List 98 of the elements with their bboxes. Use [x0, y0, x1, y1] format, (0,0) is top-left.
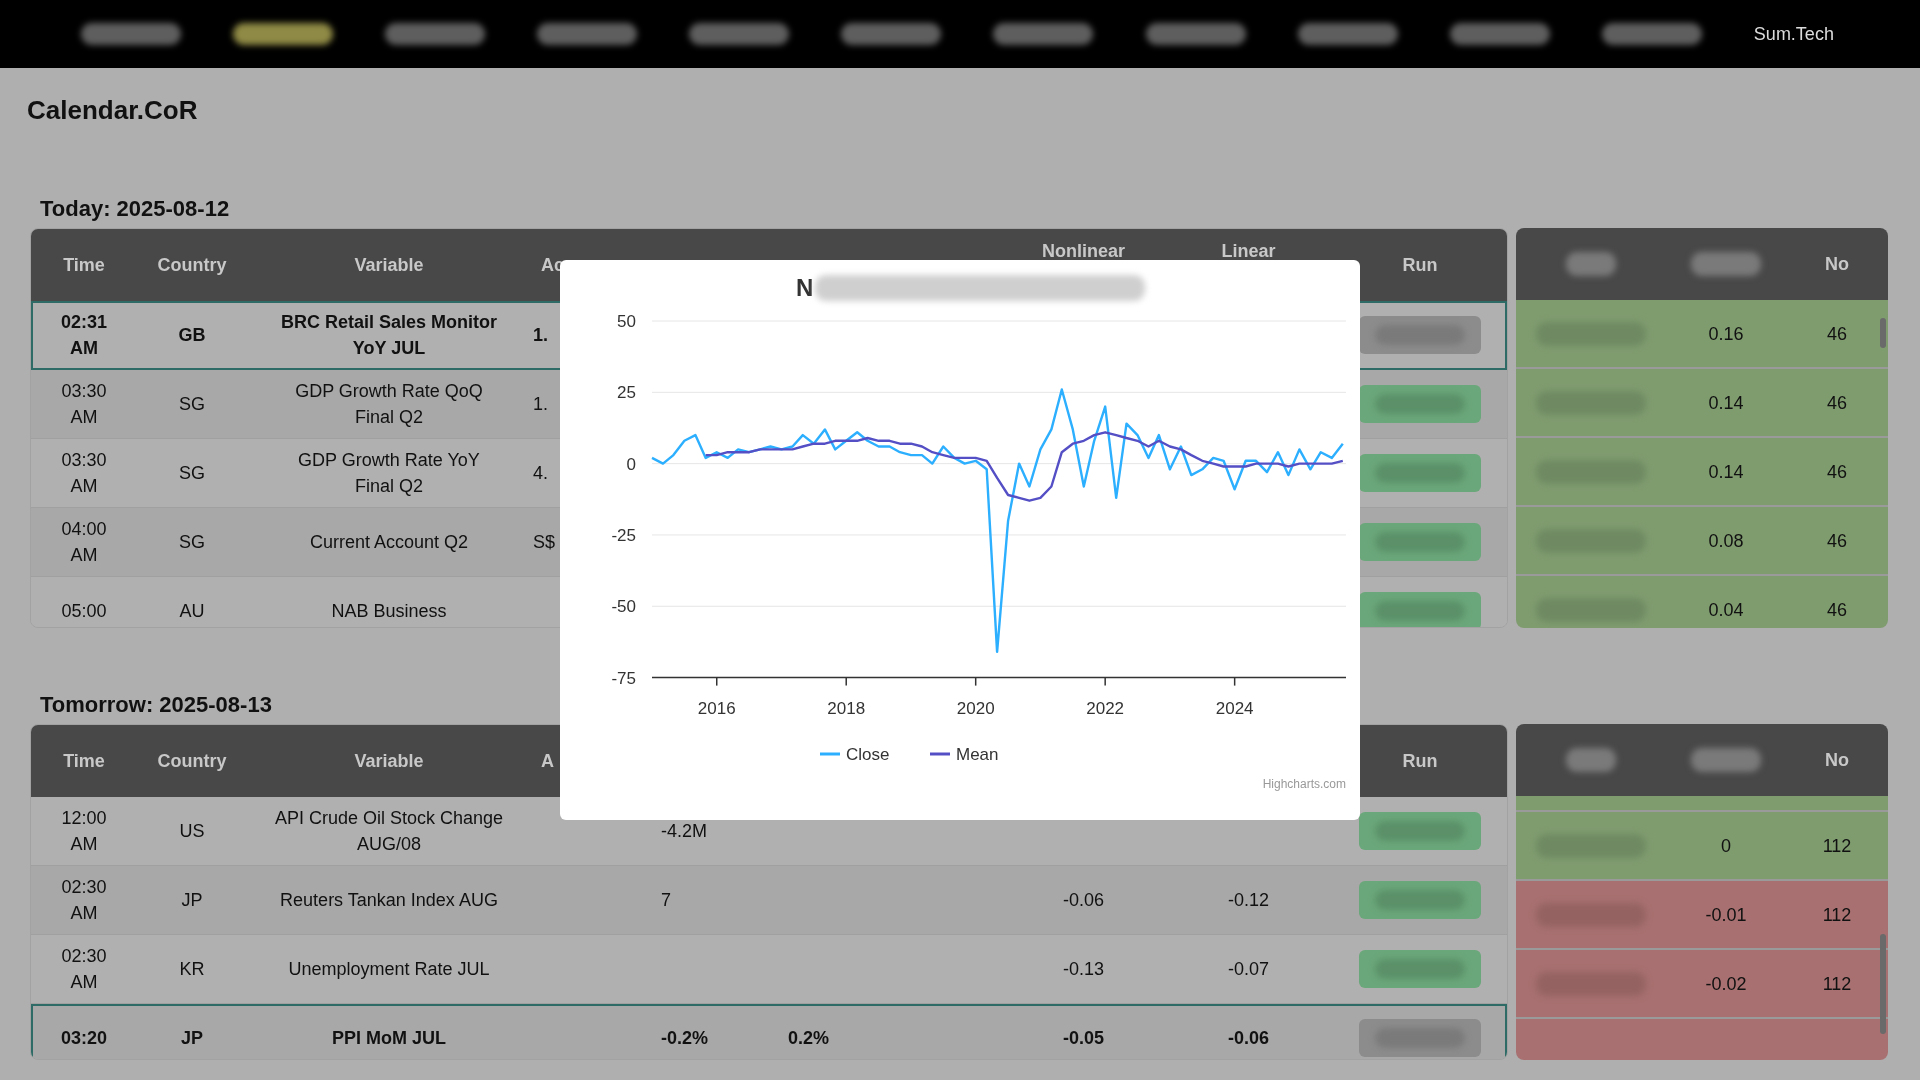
page-title: Calendar.CoR: [27, 95, 198, 126]
table-cell-text: 0: [1721, 834, 1731, 858]
table-cell-text: 7: [661, 889, 671, 912]
table-cell-text: US: [179, 820, 205, 843]
axis-label: 2016: [697, 698, 736, 718]
table-cell-text: 02:30 AM: [60, 876, 108, 925]
table-cell-text: KR: [179, 958, 205, 981]
column-header: A: [541, 750, 554, 772]
column-header: No: [1825, 749, 1849, 771]
table-cell-text: 0.08: [1708, 529, 1744, 553]
axis-label: 2022: [1086, 698, 1125, 718]
column-header: Time: [63, 750, 105, 772]
blurred-text: [1691, 252, 1761, 276]
blurred-text: [1566, 748, 1616, 772]
axis-label: 2018: [827, 698, 866, 718]
table-cell-text: -0.01: [1705, 903, 1747, 927]
table-cell-text: 0.14: [1708, 391, 1744, 415]
column-header: No: [1825, 253, 1849, 275]
table-cell-text: 12:00 AM: [60, 807, 108, 856]
table-cell-text: -4.2M: [661, 820, 707, 843]
scrollbar-thumb[interactable]: [1880, 934, 1886, 1034]
column-header: Variable: [354, 750, 424, 772]
table-cell-text: JP: [181, 889, 203, 912]
column-header: Time: [63, 254, 105, 276]
table-cell-text: 1.: [533, 393, 548, 416]
scrollbar-thumb[interactable]: [1880, 318, 1886, 348]
table-cell-text: AU: [179, 600, 205, 623]
table-cell-text: 46: [1827, 322, 1847, 346]
table-cell-text: SG: [179, 531, 205, 554]
axis-label: -75: [611, 668, 636, 688]
table-cell-text: 04:00 AM: [60, 518, 108, 567]
axis-label: 0: [626, 454, 636, 474]
blurred-text: [1566, 252, 1616, 276]
blurred-text: [1691, 748, 1761, 772]
table-cell-text: SG: [179, 462, 205, 485]
axis-label: 2020: [956, 698, 995, 718]
table-cell-text: 03:30 AM: [60, 449, 108, 498]
legend-item[interactable]: Mean: [930, 745, 999, 764]
axis-label: 25: [617, 383, 636, 403]
table-cell-text: 0.16: [1708, 322, 1744, 346]
table-cell-text: 1.: [533, 324, 548, 347]
table-cell-text: -0.12: [1228, 889, 1269, 912]
table-cell-text: -0.06: [1063, 889, 1104, 912]
table-cell-text: Current Account Q2: [309, 531, 469, 554]
table-cell-text: 02:31 AM: [59, 311, 108, 360]
table-row[interactable]: 02:30 AM JP Reuters Tankan Index AUG 7 -0.06 -0.12: [31, 866, 1507, 935]
axis-label: -25: [611, 525, 636, 545]
table-cell-text: 0.14: [1708, 460, 1744, 484]
table-cell-text: GDP Growth Rate YoY Final Q2: [297, 449, 481, 498]
table-row[interactable]: 03:20 JP PPI MoM JUL -0.2% 0.2% -0.05 -0.06: [31, 1004, 1507, 1059]
axis-label: -50: [611, 597, 636, 617]
table-cell-text: -0.07: [1228, 958, 1269, 981]
legend-label: Mean: [956, 745, 999, 764]
table-cell-text: 4.: [533, 462, 548, 485]
column-header: Country: [157, 254, 227, 276]
table-cell-text: 0.04: [1708, 598, 1744, 622]
table-cell-text: API Crude Oil Stock Change AUG/08: [273, 807, 505, 856]
column-header: Run: [1402, 254, 1438, 276]
table-cell-text: NAB Business: [331, 600, 447, 623]
legend-label: Close: [846, 745, 890, 764]
table-cell-text: 03:20: [60, 1027, 107, 1050]
table-cell-text: S$: [533, 531, 556, 554]
table-cell-text: 112: [1822, 972, 1852, 996]
table-cell-text: 0.2%: [788, 1027, 829, 1050]
table-cell-text: 46: [1827, 391, 1847, 415]
table-cell-text: JP: [181, 1027, 203, 1050]
column-header: Run: [1402, 750, 1438, 772]
table-cell-text: -0.2%: [661, 1027, 709, 1050]
table-cell-text: 03:30 AM: [60, 380, 108, 429]
axis-label: 50: [617, 312, 636, 331]
table-cell-text: 05:00: [61, 600, 107, 623]
table-cell-text: 46: [1827, 460, 1847, 484]
table-cell-text: -0.05: [1063, 1027, 1104, 1050]
column-header: Country: [157, 750, 227, 772]
table-cell-text: PPI MoM JUL: [332, 1027, 446, 1050]
table-cell-text: SG: [179, 393, 205, 416]
section-heading: Tomorrow: 2025-08-13: [40, 692, 272, 719]
column-header: Nonlinear: [1042, 241, 1125, 262]
chart-title: N: [796, 274, 814, 302]
legend-item[interactable]: Close: [820, 745, 890, 764]
table-cell-text: BRC Retail Sales Monitor YoY JUL: [279, 311, 498, 360]
column-header: Linear: [1221, 241, 1276, 262]
table-cell-text: 46: [1827, 529, 1847, 553]
table-cell-text: 112: [1822, 903, 1852, 927]
table-cell-text: 112: [1822, 834, 1852, 858]
section-heading: Today: 2025-08-12: [40, 196, 230, 223]
table-cell-text: Reuters Tankan Index AUG: [280, 889, 498, 912]
table-cell-text: -0.06: [1228, 1027, 1269, 1050]
table-cell-text: -0.13: [1063, 958, 1104, 981]
column-header: Variable: [354, 254, 424, 276]
table-cell-text: GB: [178, 324, 206, 347]
table-cell-text: 02:30 AM: [60, 945, 108, 994]
table-cell-text: GDP Growth Rate QoQ Final Q2: [294, 380, 484, 429]
table-cell-text: Unemployment Rate JUL: [288, 958, 490, 981]
table-cell-text: -0.02: [1705, 972, 1747, 996]
axis-label: 2024: [1215, 698, 1254, 718]
nav-link[interactable]: Sum.Tech: [1747, 19, 1840, 49]
table-cell-text: 46: [1827, 598, 1847, 622]
